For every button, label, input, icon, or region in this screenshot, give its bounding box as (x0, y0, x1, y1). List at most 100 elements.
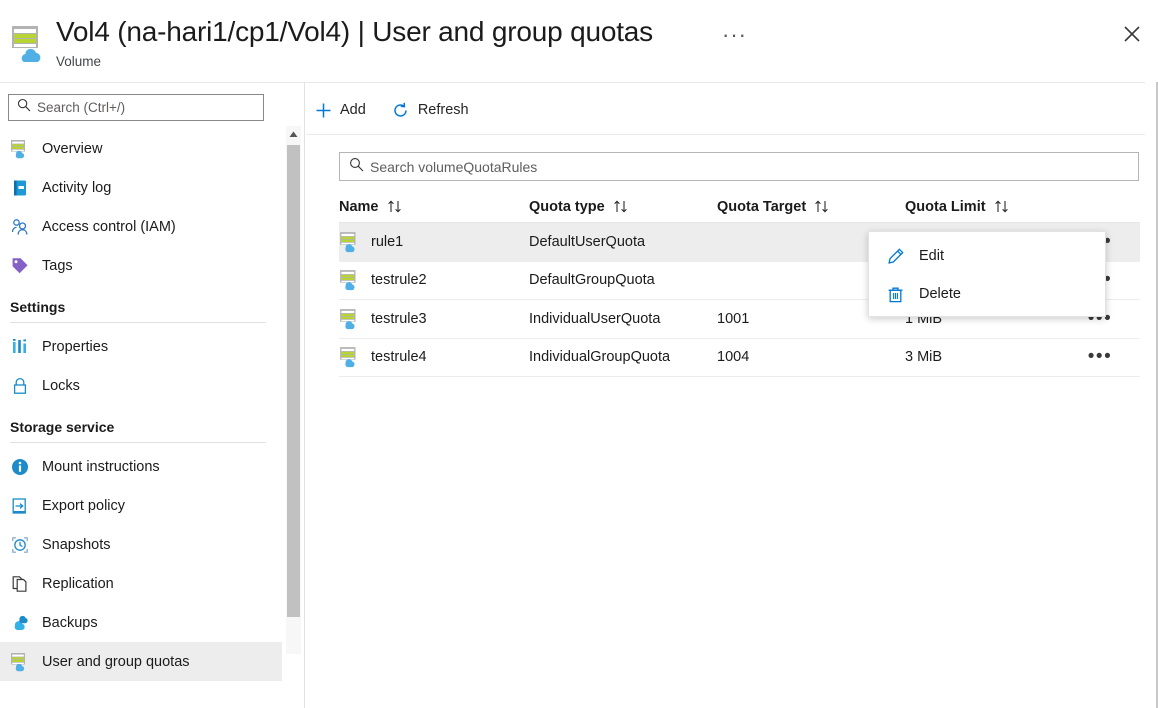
sidebar-item-label: Replication (42, 575, 114, 592)
sidebar-item-label: Activity log (42, 179, 112, 196)
table-header-row: Name Quota type Quota Target Quota Limit (339, 191, 1140, 223)
add-button[interactable]: Add (306, 94, 376, 126)
sidebar-item-label: Backups (42, 614, 98, 631)
volume-icon (10, 139, 30, 159)
cell-name: testrule3 (339, 308, 529, 330)
sort-icon[interactable] (994, 200, 1011, 213)
sidebar-item-tags[interactable]: Tags (0, 246, 282, 285)
scroll-up-icon[interactable] (286, 126, 301, 143)
context-menu-item-delete[interactable]: Delete (869, 275, 1105, 313)
command-bar: Add Refresh (306, 91, 487, 129)
quota-rules-search-input[interactable] (370, 158, 1090, 175)
sort-icon[interactable] (387, 200, 404, 213)
volume-icon (10, 652, 30, 672)
sort-icon[interactable] (613, 200, 630, 213)
sidebar-item-label: Mount instructions (42, 458, 160, 475)
refresh-button-label: Refresh (417, 102, 469, 118)
toolbar-divider (306, 134, 1145, 135)
table-row[interactable]: testrule4 IndividualGroupQuota 1004 3 Mi… (339, 339, 1140, 377)
column-header-name[interactable]: Name (339, 199, 529, 215)
chevron-double-left-icon[interactable] (279, 97, 282, 119)
row-name: testrule4 (371, 349, 427, 366)
blade-header: Vol4 (na-hari1/cp1/Vol4) | User and grou… (0, 0, 1158, 83)
volume-icon (339, 269, 361, 291)
search-input[interactable] (37, 100, 242, 115)
sidebar-group-settings: Settings (10, 299, 66, 315)
quota-rules-search[interactable] (339, 152, 1139, 181)
column-header-quota-type[interactable]: Quota type (529, 199, 717, 215)
row-name: rule1 (371, 233, 404, 250)
sidebar-item-label: Snapshots (42, 536, 111, 553)
resource-type-label: Volume (56, 54, 102, 69)
column-header-label: Quota Limit (905, 198, 986, 215)
sidebar-item-label: Locks (42, 377, 80, 394)
azure-portal-blade: Vol4 (na-hari1/cp1/Vol4) | User and grou… (0, 0, 1158, 708)
info-icon (10, 457, 30, 477)
column-header-quota-limit[interactable]: Quota Limit (905, 199, 1060, 215)
cell-quota-limit: 3 MiB (905, 349, 943, 366)
scrollbar-thumb[interactable] (287, 145, 300, 617)
volume-icon (10, 24, 46, 63)
context-menu-item-label: Delete (919, 286, 961, 302)
sidebar-item-overview[interactable]: Overview (0, 129, 282, 168)
tag-icon (10, 256, 30, 276)
column-header-label: Quota Target (717, 198, 807, 215)
sidebar-search[interactable] (8, 94, 264, 121)
header-more-button[interactable]: ··· (722, 24, 747, 46)
sidebar-item-snapshots[interactable]: Snapshots (0, 525, 282, 564)
search-icon (17, 98, 31, 117)
sidebar: Overview Activity log (0, 83, 282, 708)
plus-icon (314, 101, 332, 119)
sort-icon[interactable] (814, 200, 831, 213)
sidebar-scrollbar[interactable] (286, 126, 301, 654)
people-icon (10, 217, 30, 237)
sidebar-item-label: Properties (42, 338, 109, 355)
cell-quota-type: IndividualUserQuota (529, 310, 661, 327)
pencil-icon (885, 246, 905, 266)
snapshot-icon (10, 535, 30, 555)
column-header-label: Name (339, 198, 379, 215)
cell-name: rule1 (339, 231, 529, 253)
cell-quota-type: IndividualGroupQuota (529, 349, 671, 366)
backup-icon (10, 613, 30, 633)
volume-icon (339, 308, 361, 330)
sidebar-item-label: Export policy (42, 497, 126, 514)
column-header-label: Quota type (529, 198, 605, 215)
sidebar-item-activity-log[interactable]: Activity log (0, 168, 282, 207)
sidebar-item-properties[interactable]: Properties (0, 327, 282, 366)
sidebar-item-mount-instructions[interactable]: Mount instructions (0, 447, 282, 486)
sidebar-item-export-policy[interactable]: Export policy (0, 486, 282, 525)
sidebar-item-replication[interactable]: Replication (0, 564, 282, 603)
volume-icon (339, 346, 361, 368)
cell-name: testrule2 (339, 269, 529, 291)
sidebar-group-divider (10, 322, 266, 323)
sidebar-item-label: User and group quotas (42, 653, 190, 670)
sidebar-group-divider (10, 442, 266, 443)
trash-icon (885, 284, 905, 304)
row-name: testrule3 (371, 310, 427, 327)
sidebar-item-locks[interactable]: Locks (0, 366, 282, 405)
page-title: Vol4 (na-hari1/cp1/Vol4) | User and grou… (56, 16, 653, 47)
sidebar-item-label: Overview (42, 140, 103, 157)
row-actions[interactable]: ••• (1060, 347, 1140, 366)
replication-icon (10, 574, 30, 594)
row-name: testrule2 (371, 272, 427, 289)
activity-log-icon (10, 178, 30, 198)
search-icon (349, 157, 364, 177)
cell-quota-type: DefaultGroupQuota (529, 272, 655, 289)
ellipsis-icon[interactable]: ••• (1088, 347, 1112, 366)
sidebar-item-backups[interactable]: Backups (0, 603, 282, 642)
properties-icon (10, 337, 30, 357)
export-icon (10, 496, 30, 516)
sidebar-divider (304, 83, 305, 708)
cell-name: testrule4 (339, 346, 529, 368)
close-icon[interactable] (1118, 20, 1146, 48)
refresh-button[interactable]: Refresh (384, 94, 479, 126)
cell-quota-type: DefaultUserQuota (529, 233, 646, 250)
sidebar-group-storage-service: Storage service (10, 419, 115, 435)
sidebar-item-label: Tags (42, 257, 73, 274)
sidebar-item-access-control[interactable]: Access control (IAM) (0, 207, 282, 246)
sidebar-item-user-and-group-quotas[interactable]: User and group quotas (0, 642, 282, 681)
context-menu-item-edit[interactable]: Edit (869, 237, 1105, 275)
column-header-quota-target[interactable]: Quota Target (717, 199, 905, 215)
